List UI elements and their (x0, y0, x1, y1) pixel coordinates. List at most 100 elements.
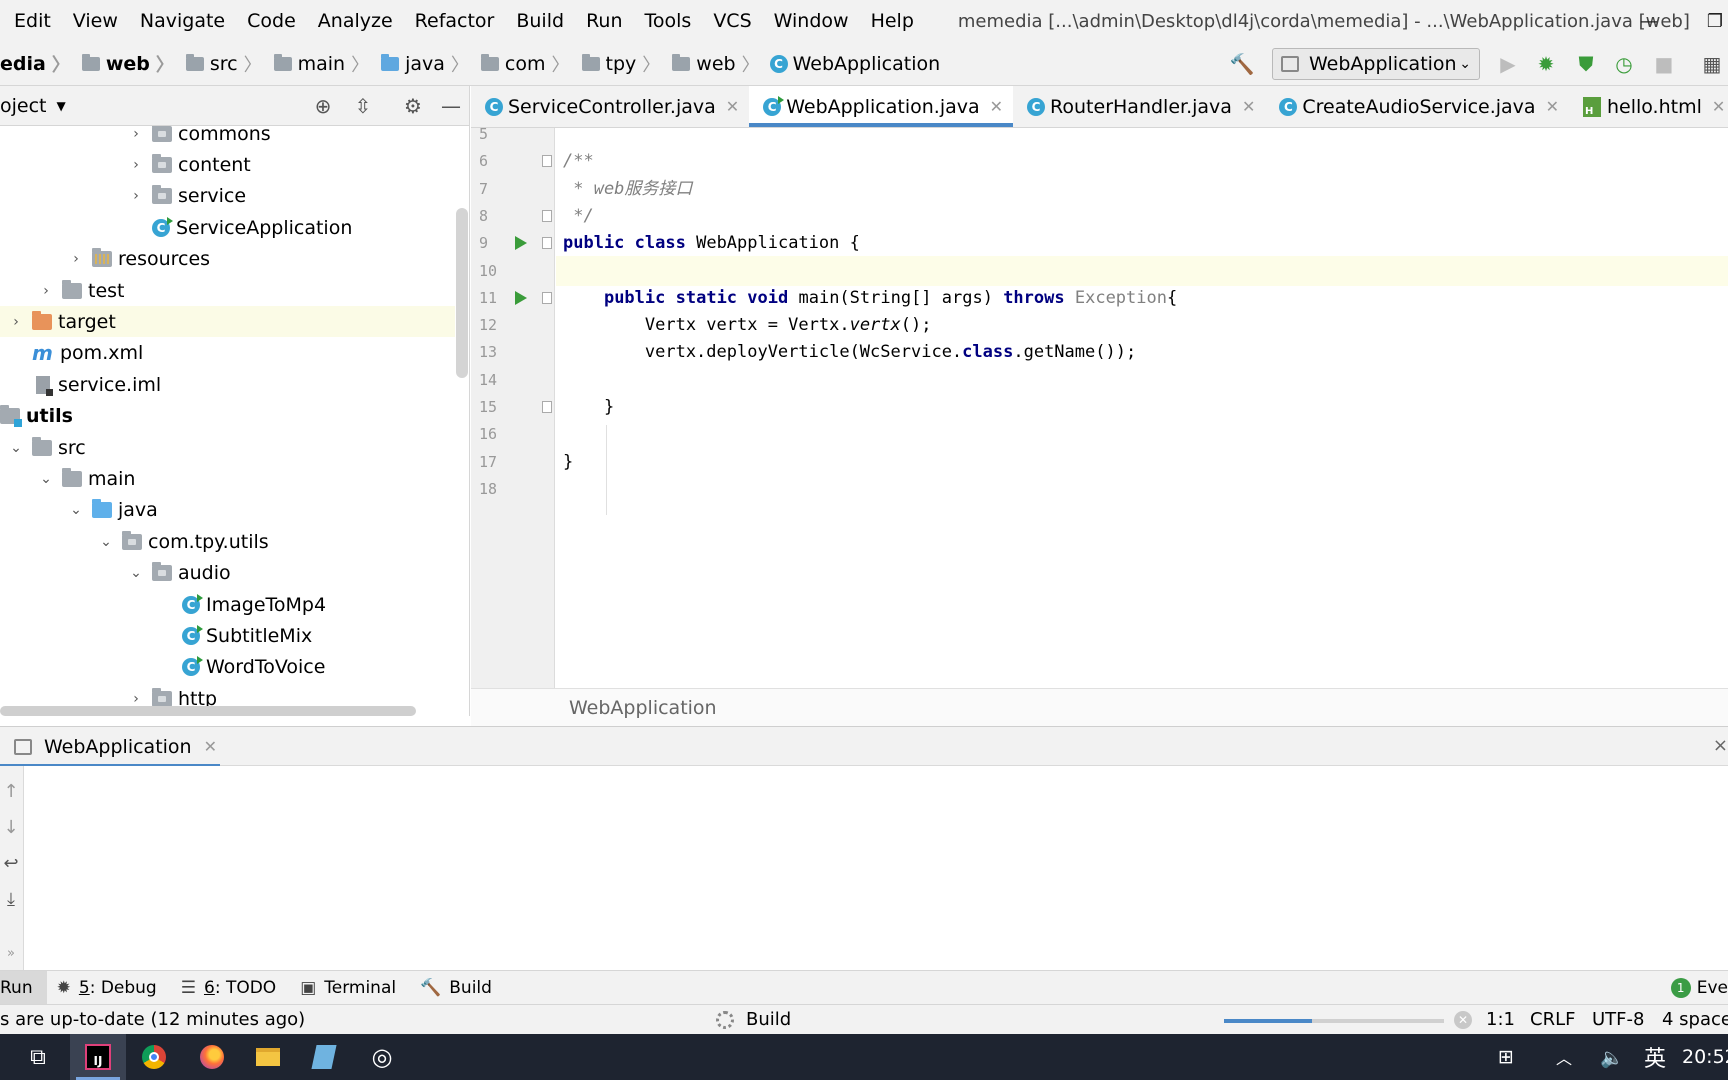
tree-horizontal-scrollbar[interactable] (0, 706, 416, 716)
gutter-line[interactable]: 11 (471, 283, 555, 313)
caret-down-icon[interactable]: ▼ (57, 99, 66, 113)
menu-view[interactable]: View (59, 10, 126, 32)
editor-tab[interactable]: Hhello.html ✕ (1569, 86, 1728, 127)
editor-tab[interactable]: C WebApplication.java ✕ (749, 86, 1014, 127)
collapse-all-icon[interactable]: ⇳ (348, 86, 378, 126)
menu-navigate[interactable]: Navigate (126, 10, 233, 32)
run-gutter-icon[interactable] (515, 290, 527, 305)
task-view-icon[interactable]: ⧉ (10, 1034, 66, 1080)
project-panel-title[interactable]: oject (0, 95, 47, 117)
chevron-down-icon[interactable]: ⌄ (128, 565, 144, 581)
breadcrumb-project[interactable]: edia 〉 (0, 42, 70, 86)
tool-window-run[interactable]: Run (0, 970, 47, 1005)
fold-marker-icon[interactable] (542, 291, 552, 304)
breadcrumb-main[interactable]: main 〉 (262, 42, 369, 86)
chevron-right-icon[interactable]: › (128, 691, 144, 707)
breadcrumb-web-package[interactable]: web 〉 (660, 42, 760, 86)
close-icon[interactable]: ✕ (1712, 97, 1725, 116)
breadcrumb-web-module[interactable]: web 〉 (70, 42, 174, 86)
run-tab[interactable]: WebApplication ✕ (0, 727, 220, 767)
chevron-right-icon[interactable]: › (8, 314, 24, 330)
gutter-line[interactable]: 17 (471, 447, 555, 477)
tool-window-todo[interactable]: ☰ 6: TODO (171, 971, 290, 1005)
clock-time[interactable]: 20:52 (1682, 1034, 1728, 1080)
gutter-line[interactable]: 16 (471, 419, 555, 449)
close-icon[interactable]: ✕ (990, 97, 1003, 116)
fold-marker-icon[interactable] (542, 155, 552, 168)
build-progress-status[interactable]: Build (716, 1009, 791, 1030)
locate-crosshair-icon[interactable]: ⊕ (308, 86, 338, 126)
status-message[interactable]: s are up-to-date (12 minutes ago) (0, 1009, 305, 1030)
menu-code[interactable]: Code (233, 10, 304, 32)
profile-icon[interactable]: ◷ (1608, 48, 1640, 80)
coverage-icon[interactable]: ⛊ (1570, 48, 1602, 80)
editor-breadcrumb-label[interactable]: WebApplication (569, 697, 717, 719)
restore-icon[interactable]: ❐ (1690, 0, 1728, 42)
menu-refactor[interactable]: Refactor (401, 10, 503, 32)
tree-item[interactable]: ⌄ main (0, 463, 455, 494)
tree-item[interactable]: C SubtitleMix (0, 620, 455, 651)
tree-item[interactable]: ⌄ src (0, 432, 455, 463)
close-panel-icon[interactable]: × (1713, 735, 1728, 756)
debug-bug-icon[interactable]: ✹ (1530, 48, 1562, 80)
tree-item[interactable]: C ServiceApplication (0, 212, 455, 243)
minimize-icon[interactable]: — (1624, 0, 1674, 42)
chevron-right-icon[interactable]: › (128, 188, 144, 204)
tray-chevron-up-icon[interactable]: ︿ (1556, 1034, 1572, 1080)
event-log-button[interactable]: 1 Eve (1670, 971, 1728, 1005)
chevron-down-icon[interactable]: ⌄ (68, 502, 84, 518)
chevron-right-icon[interactable]: › (68, 251, 84, 267)
tree-item[interactable]: m pom.xml (0, 338, 455, 369)
tree-item[interactable]: › content (0, 149, 455, 180)
gutter-line[interactable]: 15 (471, 392, 555, 422)
tree-item[interactable]: C WordToVoice (0, 652, 455, 683)
project-structure-icon[interactable]: ▦ (1696, 48, 1728, 80)
menu-analyze[interactable]: Analyze (304, 10, 401, 32)
close-icon[interactable]: ✕ (204, 737, 217, 756)
file-explorer-icon[interactable] (240, 1034, 296, 1080)
stop-icon[interactable]: ■ (1648, 48, 1680, 80)
run-gutter-icon[interactable] (515, 236, 527, 251)
fold-marker-icon[interactable] (542, 237, 552, 250)
menu-build[interactable]: Build (502, 10, 572, 32)
menu-edit[interactable]: Edit (0, 10, 59, 32)
gutter-line[interactable]: 10 (471, 256, 555, 286)
arrow-down-icon[interactable]: ↓ (0, 812, 22, 842)
chevron-down-icon[interactable]: ⌄ (98, 534, 114, 550)
chevron-down-icon[interactable]: ⌄ (8, 440, 24, 456)
notes-app-icon[interactable] (296, 1034, 352, 1080)
tool-window-terminal[interactable]: ▣ Terminal (290, 971, 410, 1005)
chrome-app-icon[interactable] (126, 1034, 182, 1080)
close-icon[interactable]: ✕ (1546, 97, 1559, 116)
breadcrumb-com[interactable]: com 〉 (469, 42, 570, 86)
fold-marker-icon[interactable] (542, 401, 552, 413)
menu-tools[interactable]: Tools (631, 10, 700, 32)
console-output[interactable] (24, 766, 1728, 970)
chevron-right-icon[interactable]: › (128, 126, 144, 142)
more-icon[interactable]: » (0, 938, 22, 968)
volume-icon[interactable]: 🔈 (1600, 1034, 1624, 1080)
chevron-right-icon[interactable]: › (38, 283, 54, 299)
tree-item[interactable]: › test (0, 275, 455, 306)
menu-window[interactable]: Window (760, 10, 857, 32)
line-separator[interactable]: CRLF (1530, 1009, 1575, 1030)
menu-help[interactable]: Help (857, 10, 922, 32)
obs-app-icon[interactable]: ◎ (354, 1034, 410, 1080)
tree-item[interactable]: › commons (0, 126, 455, 149)
code-editor[interactable]: /** * web服务接口 */ public class WebApplicat… (556, 128, 1728, 688)
tree-item[interactable]: › resources (0, 244, 455, 275)
tree-item[interactable]: › target (0, 306, 455, 338)
gutter-line[interactable]: 9 (471, 228, 555, 258)
gutter-line[interactable]: 5 (471, 119, 555, 149)
intellij-app-icon[interactable]: IJ (70, 1034, 126, 1080)
run-configuration-select[interactable]: WebApplication ⌄ (1272, 48, 1480, 80)
firefox-app-icon[interactable] (184, 1034, 240, 1080)
menu-run[interactable]: Run (572, 10, 630, 32)
tree-item[interactable]: › service (0, 181, 455, 212)
arrow-up-icon[interactable]: ↑ (0, 776, 22, 806)
chevron-down-icon[interactable]: ⌄ (38, 471, 54, 487)
breadcrumb-java[interactable]: java 〉 (369, 42, 469, 86)
breadcrumb-tpy[interactable]: tpy 〉 (570, 42, 660, 86)
tree-item[interactable]: C ImageToMp4 (0, 589, 455, 620)
hammer-build-icon[interactable]: 🔨 (1226, 48, 1258, 80)
